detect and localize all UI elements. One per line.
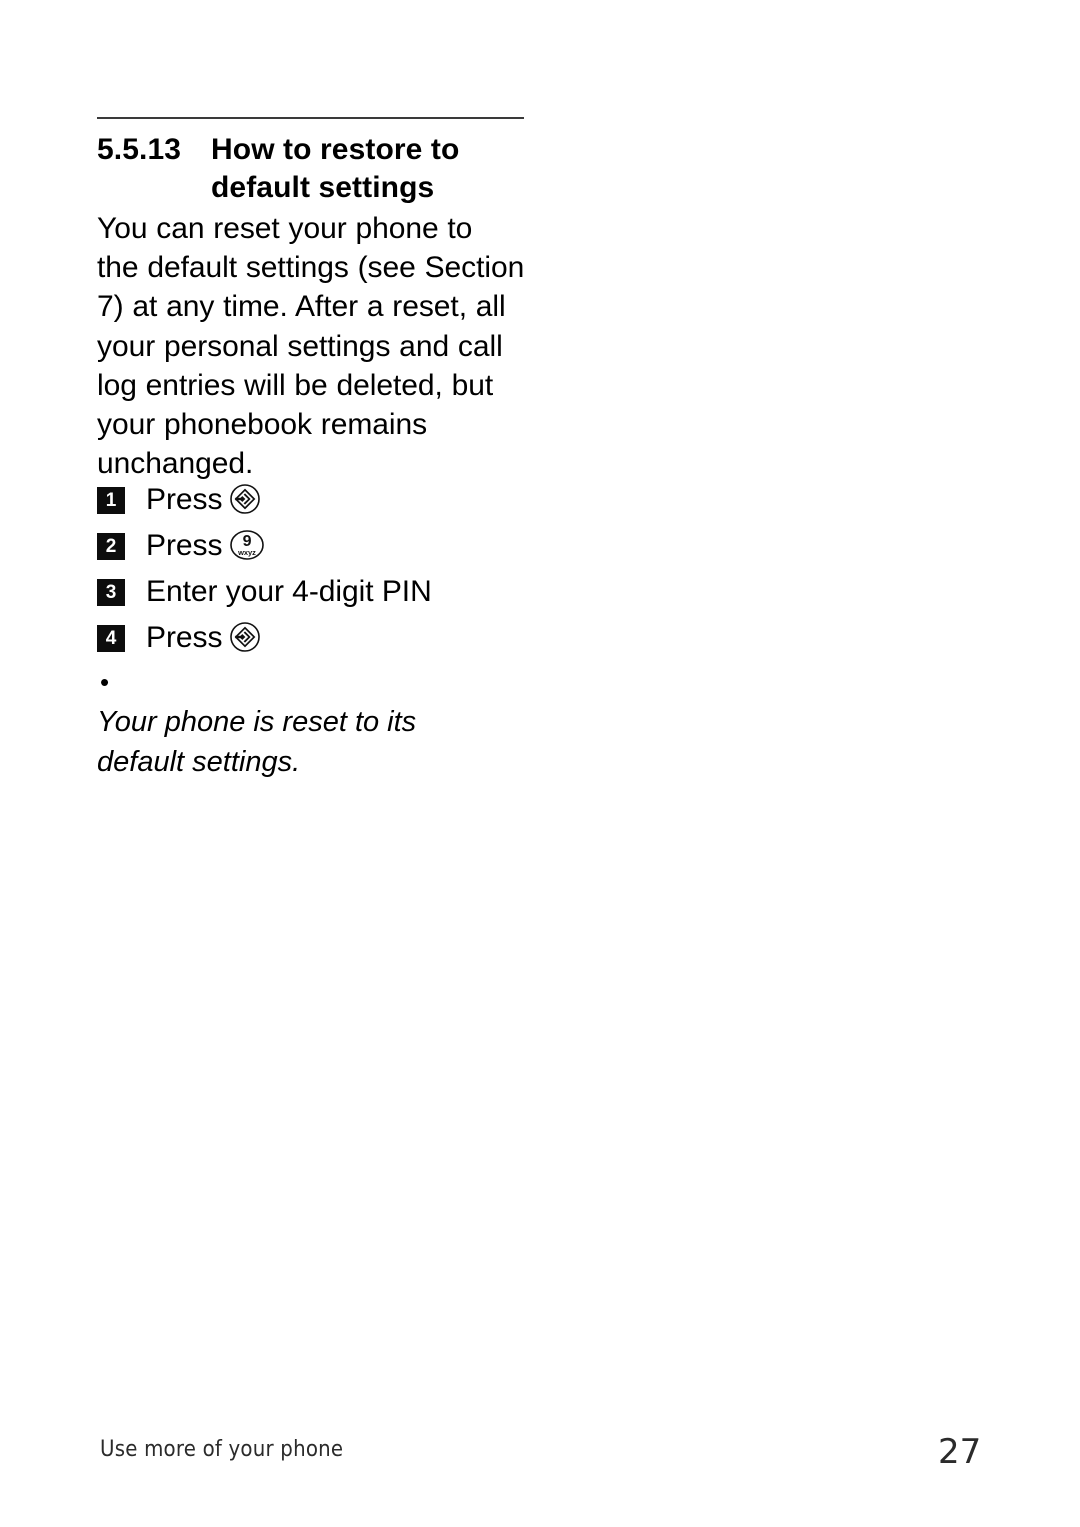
list-item: 3 Enter your 4-digit PIN [97,572,537,618]
body-paragraph: You can reset your phone to the default … [97,209,537,483]
body-line: 7) at any time. After a reset, all [97,290,506,324]
body-line: your phonebook remains [97,408,428,442]
step-number-badge: 1 [97,487,125,514]
step-text: Press [146,480,261,526]
step-label: Press [146,621,223,654]
body-line: the default settings (see Section [97,251,525,285]
footer-page-number: 27 [938,1432,982,1472]
step-number-badge: 4 [97,625,125,652]
instruction-step-list: 1 Press 2 Press 9 wxyz 3 Enter your 4-digi… [97,480,537,664]
menu-key-icon [229,483,261,526]
heading-title-line-1: How to restore to [211,133,460,166]
heading-title-line-2: default settings [211,171,435,204]
body-line: unchanged. [97,447,254,481]
heading-line-1: 5.5.13 How to restore to [97,131,537,169]
step-text: Press 9 wxyz [146,526,265,572]
heading-line-2: default settings [97,169,537,207]
step-number-badge: 3 [97,579,125,606]
body-line: log entries will be deleted, but [97,368,494,402]
page-title: 5.5.13 How to restore to default setting… [97,131,537,207]
step-number-badge: 2 [97,533,125,560]
keypad-key-9-icon: 9 wxyz [229,529,265,572]
list-item: 2 Press 9 wxyz [97,526,537,572]
heading-divider-rule [97,117,524,119]
section-number: 5.5.13 [97,133,182,166]
list-item: 1 Press [97,480,537,526]
step-text: Press [146,618,261,664]
body-line: your personal settings and call [97,329,503,363]
note-line: default settings. [97,746,301,778]
keypad-key-letters: wxyz [238,548,257,557]
step-label: Press [146,529,223,562]
bullet-icon: • [100,667,110,697]
list-item: 4 Press [97,618,537,664]
step-text: Enter your 4-digit PIN [146,572,432,612]
menu-key-icon [229,621,261,664]
body-line: You can reset your phone to [97,212,473,245]
step-label: Press [146,483,223,516]
result-note: • Your phone is reset to its default set… [97,662,537,782]
note-line: Your phone is reset to its [97,706,417,738]
footer-section-label: Use more of your phone [100,1437,344,1462]
step-label: Enter your 4-digit PIN [146,575,432,608]
result-note-text: Your phone is reset to its default setti… [97,666,537,782]
